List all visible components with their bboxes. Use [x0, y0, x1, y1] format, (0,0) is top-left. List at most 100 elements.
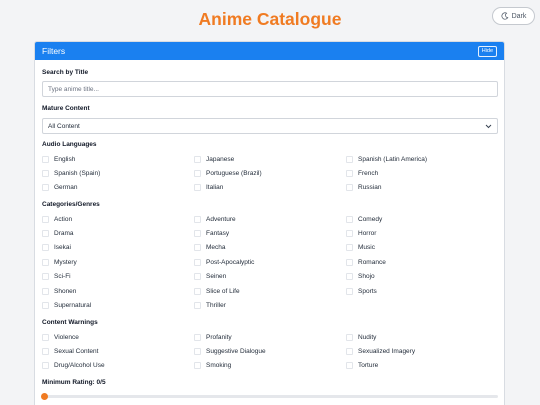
audio-language-option[interactable]: Russian [346, 184, 498, 192]
content-warning-option[interactable]: Nudity [346, 333, 498, 341]
genre-checkbox[interactable] [42, 273, 49, 281]
genre-option[interactable]: Sci-Fi [42, 273, 194, 281]
genre-checkbox[interactable] [42, 230, 49, 238]
mature-content-select[interactable]: All Content [42, 118, 498, 134]
content-warning-option[interactable]: Drug/Alcohol Use [42, 362, 194, 370]
content-warning-checkbox[interactable] [42, 333, 49, 341]
filters-header: Filters Hide [35, 42, 504, 60]
audio-language-checkbox[interactable] [194, 184, 201, 192]
genre-checkbox[interactable] [42, 244, 49, 252]
genre-option[interactable]: Slice of Life [194, 287, 346, 295]
content-warning-checkbox[interactable] [194, 362, 201, 370]
genre-checkbox[interactable] [346, 244, 353, 252]
audio-language-option[interactable]: French [346, 170, 498, 178]
audio-language-checkbox[interactable] [42, 184, 49, 192]
audio-language-option-label: Italian [206, 184, 224, 192]
audio-language-option[interactable]: Portuguese (Brazil) [194, 170, 346, 178]
content-warning-checkbox[interactable] [346, 362, 353, 370]
genre-option[interactable]: Horror [346, 230, 498, 238]
content-warnings-label: Content Warnings [42, 319, 98, 326]
audio-language-option[interactable]: Spanish (Latin America) [346, 155, 498, 163]
genre-checkbox[interactable] [346, 215, 353, 223]
audio-language-checkbox[interactable] [194, 155, 201, 163]
audio-language-checkbox[interactable] [42, 155, 49, 163]
genre-option-label: Post-Apocalyptic [206, 258, 255, 266]
genre-option-label: Comedy [358, 215, 383, 223]
audio-language-option[interactable]: English [42, 155, 194, 163]
genre-checkbox[interactable] [194, 287, 201, 295]
page-header: Anime Catalogue Dark [0, 0, 540, 40]
theme-toggle-button[interactable]: Dark [492, 7, 535, 25]
content-warning-checkbox[interactable] [42, 362, 49, 370]
genre-checkbox[interactable] [194, 230, 201, 238]
content-warning-checkbox[interactable] [194, 333, 201, 341]
audio-language-option[interactable]: Italian [194, 184, 346, 192]
content-warning-option[interactable]: Torture [346, 362, 498, 370]
genre-option-label: Action [54, 215, 73, 223]
genre-checkbox[interactable] [42, 215, 49, 223]
search-label: Search by Title [42, 69, 89, 76]
audio-language-option-label: French [358, 170, 379, 178]
search-input[interactable]: Type anime title... [42, 81, 498, 97]
genre-option[interactable]: Isekai [42, 244, 194, 252]
audio-language-option[interactable]: German [42, 184, 194, 192]
slider-thumb[interactable] [41, 393, 48, 400]
genre-option[interactable]: Shojo [346, 273, 498, 281]
genre-checkbox[interactable] [194, 302, 201, 310]
audio-language-checkbox[interactable] [194, 170, 201, 178]
genre-option-label: Sports [358, 287, 377, 295]
genre-option[interactable]: Post-Apocalyptic [194, 258, 346, 266]
content-warning-option[interactable]: Sexualized Imagery [346, 348, 498, 356]
genre-checkbox[interactable] [346, 230, 353, 238]
hide-filters-button[interactable]: Hide [477, 45, 497, 57]
genre-checkbox[interactable] [194, 244, 201, 252]
genre-option[interactable]: Seinen [194, 273, 346, 281]
audio-language-checkbox[interactable] [346, 155, 353, 163]
genre-checkbox[interactable] [194, 215, 201, 223]
audio-language-row: German Italian Russian [42, 181, 498, 195]
genre-option[interactable]: Thriller [194, 302, 346, 310]
genre-row: Isekai Mecha Music [42, 241, 498, 255]
genre-checkbox[interactable] [42, 258, 49, 266]
genre-checkbox[interactable] [42, 302, 49, 310]
genre-option[interactable]: Fantasy [194, 230, 346, 238]
audio-language-option[interactable]: Japanese [194, 155, 346, 163]
genre-option-label: Music [358, 244, 375, 252]
content-warning-option[interactable]: Profanity [194, 333, 346, 341]
audio-language-checkbox[interactable] [346, 184, 353, 192]
genre-option[interactable]: Shonen [42, 287, 194, 295]
genre-option-label: Mystery [54, 258, 77, 266]
chevron-down-icon [485, 124, 492, 128]
audio-language-option-label: Spanish (Spain) [54, 170, 101, 178]
genre-option[interactable]: Supernatural [42, 302, 194, 310]
genre-option-label: Slice of Life [206, 287, 240, 295]
content-warning-option[interactable]: Smoking [194, 362, 346, 370]
minimum-rating-slider[interactable] [41, 393, 498, 400]
content-warning-option[interactable]: Violence [42, 333, 194, 341]
content-warning-checkbox[interactable] [42, 348, 49, 356]
audio-language-checkbox[interactable] [42, 170, 49, 178]
theme-toggle-label: Dark [511, 12, 527, 20]
content-warning-checkbox[interactable] [194, 348, 201, 356]
audio-language-checkbox[interactable] [346, 170, 353, 178]
genre-checkbox[interactable] [42, 287, 49, 295]
genre-option[interactable]: Music [346, 244, 498, 252]
genre-option[interactable]: Action [42, 215, 194, 223]
genre-option[interactable]: Comedy [346, 215, 498, 223]
genre-checkbox[interactable] [346, 287, 353, 295]
genre-option[interactable]: Drama [42, 230, 194, 238]
genre-option[interactable]: Adventure [194, 215, 346, 223]
genre-option[interactable]: Romance [346, 258, 498, 266]
audio-language-option[interactable]: Spanish (Spain) [42, 170, 194, 178]
genre-option[interactable]: Mystery [42, 258, 194, 266]
genre-checkbox[interactable] [346, 258, 353, 266]
genre-checkbox[interactable] [194, 258, 201, 266]
genre-option[interactable]: Mecha [194, 244, 346, 252]
content-warning-checkbox[interactable] [346, 348, 353, 356]
genre-option[interactable]: Sports [346, 287, 498, 295]
content-warning-checkbox[interactable] [346, 333, 353, 341]
genre-checkbox[interactable] [194, 273, 201, 281]
genre-checkbox[interactable] [346, 273, 353, 281]
content-warning-option[interactable]: Suggestive Dialogue [194, 348, 346, 356]
content-warning-option[interactable]: Sexual Content [42, 348, 194, 356]
